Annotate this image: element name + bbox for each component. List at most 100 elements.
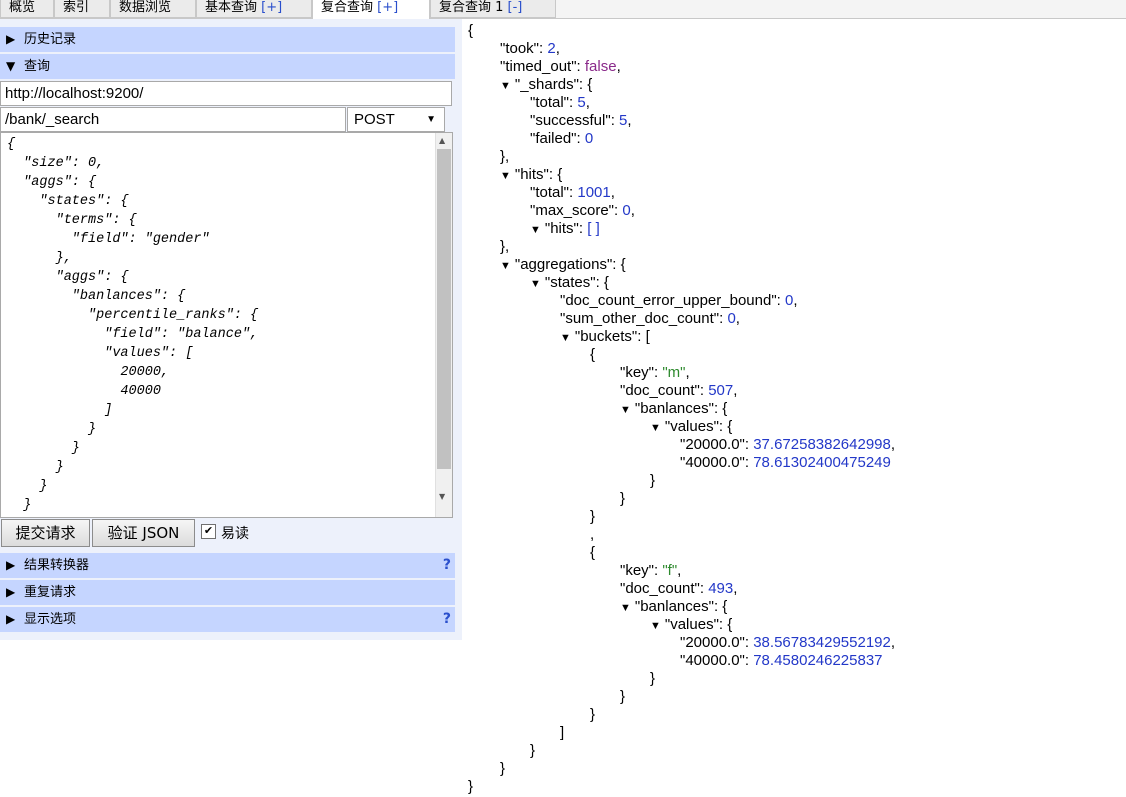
request-body-text[interactable]: { "size": 0, "aggs": { "states": { "term… xyxy=(1,133,452,517)
query-panel: ▶ 历史记录 ▼ 查询 http://localhost:9200/ /bank… xyxy=(0,19,462,640)
query-label: 查询 xyxy=(24,59,51,74)
triangle-down-icon[interactable]: ▼ xyxy=(500,167,511,185)
tab-compound-query-1[interactable]: 复合查询 1 [-] xyxy=(430,0,556,18)
json-bracket: ] xyxy=(560,724,565,741)
json-key: "40000.0" xyxy=(680,652,745,669)
json-value: 0 xyxy=(622,202,631,219)
method-value: POST xyxy=(354,111,395,128)
json-value: [ ] xyxy=(587,220,600,237)
tab-add-button[interactable]: [+] xyxy=(261,0,282,15)
json-brace: } xyxy=(590,508,596,525)
triangle-down-icon[interactable]: ▼ xyxy=(500,77,511,95)
tab-label: 概览 xyxy=(9,0,36,15)
json-brace: } xyxy=(650,472,656,489)
triangle-down-icon: ▼ xyxy=(6,59,16,73)
triangle-down-icon[interactable]: ▼ xyxy=(560,329,571,347)
scroll-down-icon[interactable]: ▼ xyxy=(439,492,445,501)
json-value: 1001 xyxy=(577,184,611,201)
json-brace: } xyxy=(500,760,506,777)
history-label: 历史记录 xyxy=(24,32,77,47)
json-row[interactable]: ▼ "hits": { xyxy=(500,166,562,185)
triangle-down-icon[interactable]: ▼ xyxy=(530,275,541,293)
json-row[interactable]: ▼ "values": { xyxy=(650,418,732,437)
json-key: "key" xyxy=(620,562,654,579)
json-value: 5 xyxy=(577,94,586,111)
method-select[interactable]: POST ▼ xyxy=(347,107,445,132)
triangle-down-icon[interactable]: ▼ xyxy=(530,221,541,239)
display-section-header[interactable]: ▶ 显示选项 ? xyxy=(0,607,455,632)
tab-label: 复合查询 xyxy=(321,0,374,15)
json-key: "20000.0" xyxy=(680,436,745,453)
json-key: "20000.0" xyxy=(680,634,745,651)
triangle-right-icon: ▶ xyxy=(6,558,16,572)
json-value: false xyxy=(584,58,617,75)
tab-basic-query[interactable]: 基本查询 [+] xyxy=(196,0,312,18)
json-row[interactable]: ▼ "buckets": [ xyxy=(560,328,650,347)
json-row[interactable]: ▼ "_shards": { xyxy=(500,76,592,95)
json-row: "key": "f", xyxy=(620,562,682,579)
scroll-thumb[interactable] xyxy=(437,149,451,469)
json-value: 78.61302400475249 xyxy=(753,454,891,471)
triangle-down-icon[interactable]: ▼ xyxy=(620,599,631,617)
json-brace: } xyxy=(620,490,626,507)
json-row: "took": 2, xyxy=(500,40,560,57)
json-brace: } xyxy=(650,670,656,687)
display-label: 显示选项 xyxy=(24,612,77,627)
json-row[interactable]: ▼ "banlances": { xyxy=(620,400,727,419)
tab-label: 数据浏览 xyxy=(119,0,172,15)
path-input[interactable]: /bank/_search xyxy=(0,107,346,132)
url-input[interactable]: http://localhost:9200/ xyxy=(0,81,452,106)
transformer-section-header[interactable]: ▶ 结果转换器 ? xyxy=(0,553,455,578)
json-row: "successful": 5, xyxy=(530,112,632,129)
result-json-viewer: { "took": 2, "timed_out": false, ▼ "_shar… xyxy=(468,22,1118,797)
json-key: "hits" xyxy=(544,220,579,237)
tab-compound-query[interactable]: 复合查询 [+] xyxy=(312,0,430,19)
json-key: "doc_count" xyxy=(620,382,700,399)
json-key: "max_score" xyxy=(530,202,615,219)
json-row: "doc_count": 493, xyxy=(620,580,738,597)
submit-request-button[interactable]: 提交请求 xyxy=(1,519,90,547)
json-brace: } xyxy=(530,742,536,759)
validate-json-button[interactable]: 验证 JSON xyxy=(92,519,195,547)
triangle-down-icon[interactable]: ▼ xyxy=(650,617,661,635)
query-section-header[interactable]: ▼ 查询 xyxy=(0,54,455,79)
json-row[interactable]: ▼ "aggregations": { xyxy=(500,256,626,275)
json-row: "20000.0": 37.67258382642998, xyxy=(680,436,896,453)
triangle-down-icon[interactable]: ▼ xyxy=(650,419,661,437)
history-section-header[interactable]: ▶ 历史记录 xyxy=(0,27,455,52)
json-value: "m" xyxy=(662,364,686,381)
json-row[interactable]: ▼ "banlances": { xyxy=(620,598,727,617)
tab-close-button[interactable]: [-] xyxy=(508,0,523,15)
triangle-down-icon[interactable]: ▼ xyxy=(620,401,631,419)
json-row[interactable]: ▼ "states": { xyxy=(530,274,609,293)
json-key: "banlances" xyxy=(634,400,714,417)
tab-indices[interactable]: 索引 xyxy=(54,0,110,18)
request-body-editor[interactable]: { "size": 0, "aggs": { "states": { "term… xyxy=(0,132,453,518)
editor-scrollbar[interactable]: ▲ ▼ xyxy=(435,133,452,517)
scroll-up-icon[interactable]: ▲ xyxy=(439,136,445,145)
repeat-section-header[interactable]: ▶ 重复请求 xyxy=(0,580,455,605)
json-row[interactable]: ▼ "values": { xyxy=(650,616,732,635)
help-icon[interactable]: ? xyxy=(443,553,451,578)
pretty-checkbox[interactable]: ✔ xyxy=(201,524,216,539)
tab-overview[interactable]: 概览 xyxy=(0,0,54,18)
json-key: "_shards" xyxy=(514,76,579,93)
triangle-down-icon[interactable]: ▼ xyxy=(500,257,511,275)
json-key: "sum_other_doc_count" xyxy=(560,310,720,327)
json-row[interactable]: ▼ "hits": [ ] xyxy=(530,220,600,239)
json-row: "key": "m", xyxy=(620,364,690,381)
triangle-right-icon: ▶ xyxy=(6,612,16,626)
json-value: 0 xyxy=(727,310,736,327)
json-key: "buckets" xyxy=(574,328,638,345)
json-brace: } xyxy=(620,688,626,705)
json-key: "failed" xyxy=(530,130,577,147)
json-brace: }, xyxy=(500,148,510,165)
json-brace: { xyxy=(590,346,596,363)
json-brace: } xyxy=(590,706,596,723)
tab-add-button[interactable]: [+] xyxy=(377,0,398,15)
json-row: "total": 1001, xyxy=(530,184,615,201)
json-value: 2 xyxy=(547,40,556,57)
tab-browser[interactable]: 数据浏览 xyxy=(110,0,196,18)
help-icon[interactable]: ? xyxy=(443,607,451,632)
json-value: 0 xyxy=(584,130,594,147)
